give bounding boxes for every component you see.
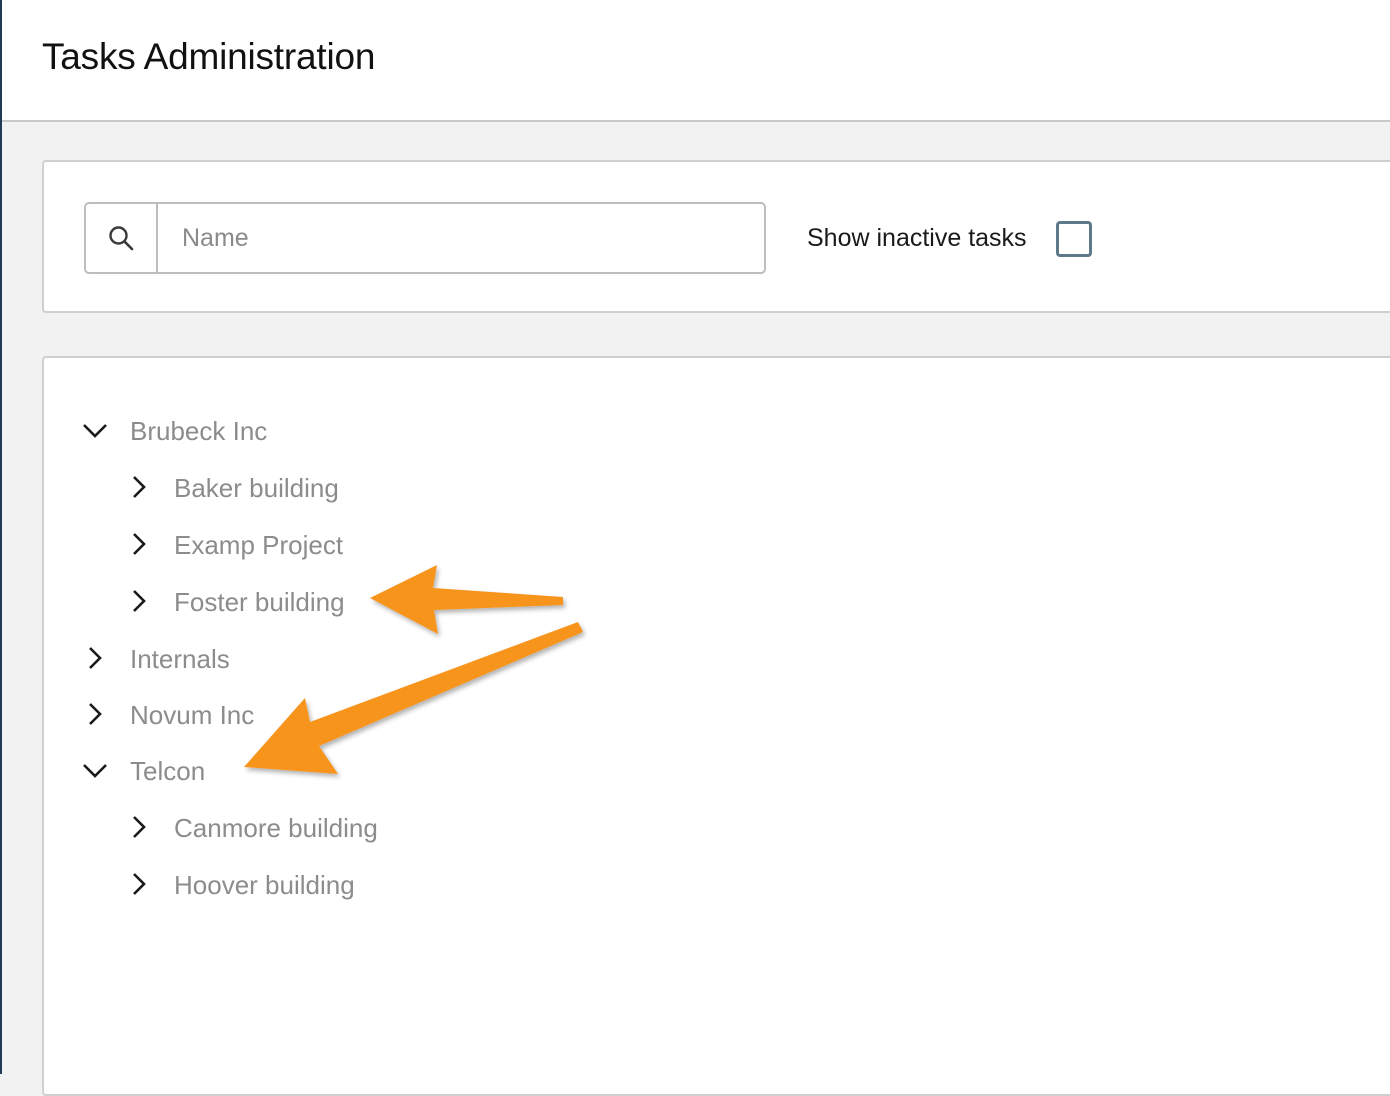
tree-node-label[interactable]: Baker building bbox=[174, 473, 339, 504]
tree-node-label[interactable]: Telcon bbox=[130, 756, 205, 787]
chevron-down-icon[interactable] bbox=[80, 750, 110, 790]
tree-node[interactable]: Examp Project bbox=[124, 524, 724, 564]
tree-node[interactable]: Internals bbox=[80, 638, 680, 678]
chevron-right-icon[interactable] bbox=[124, 581, 154, 621]
tree-node-label[interactable]: Novum Inc bbox=[130, 700, 254, 731]
search-icon[interactable] bbox=[86, 204, 158, 272]
chevron-right-icon[interactable] bbox=[124, 524, 154, 564]
page-title: Tasks Administration bbox=[42, 36, 376, 77]
tree-node-label[interactable]: Foster building bbox=[174, 587, 345, 618]
search-box bbox=[84, 202, 766, 274]
task-tree-panel: Brubeck Inc Baker building Examp Project Fo… bbox=[42, 356, 1390, 1096]
tree-node[interactable]: Telcon bbox=[80, 750, 680, 790]
chevron-right-icon[interactable] bbox=[124, 807, 154, 847]
chevron-right-icon[interactable] bbox=[80, 638, 110, 678]
tree-node[interactable]: Hoover building bbox=[124, 864, 724, 904]
show-inactive-label: Show inactive tasks bbox=[807, 224, 1027, 252]
window-left-border bbox=[0, 0, 2, 1074]
filter-panel: Show inactive tasks bbox=[42, 160, 1390, 313]
tree-node-label[interactable]: Hoover building bbox=[174, 870, 355, 901]
tree-node[interactable]: Canmore building bbox=[124, 807, 724, 847]
tree-node-label[interactable]: Examp Project bbox=[174, 530, 343, 561]
tree-node[interactable]: Novum Inc bbox=[80, 694, 680, 734]
chevron-right-icon[interactable] bbox=[80, 694, 110, 734]
show-inactive-checkbox[interactable] bbox=[1056, 221, 1092, 257]
search-input[interactable] bbox=[158, 204, 762, 272]
page-header: Tasks Administration bbox=[2, 0, 1390, 122]
tree-node-label[interactable]: Internals bbox=[130, 644, 230, 675]
tree-node[interactable]: Foster building bbox=[124, 581, 724, 621]
chevron-right-icon[interactable] bbox=[124, 467, 154, 507]
tree-node[interactable]: Baker building bbox=[124, 467, 724, 507]
tree-node-label[interactable]: Brubeck Inc bbox=[130, 416, 267, 447]
chevron-down-icon[interactable] bbox=[80, 410, 110, 450]
tree-node[interactable]: Brubeck Inc bbox=[80, 410, 680, 450]
chevron-right-icon[interactable] bbox=[124, 864, 154, 904]
tree-node-label[interactable]: Canmore building bbox=[174, 813, 378, 844]
